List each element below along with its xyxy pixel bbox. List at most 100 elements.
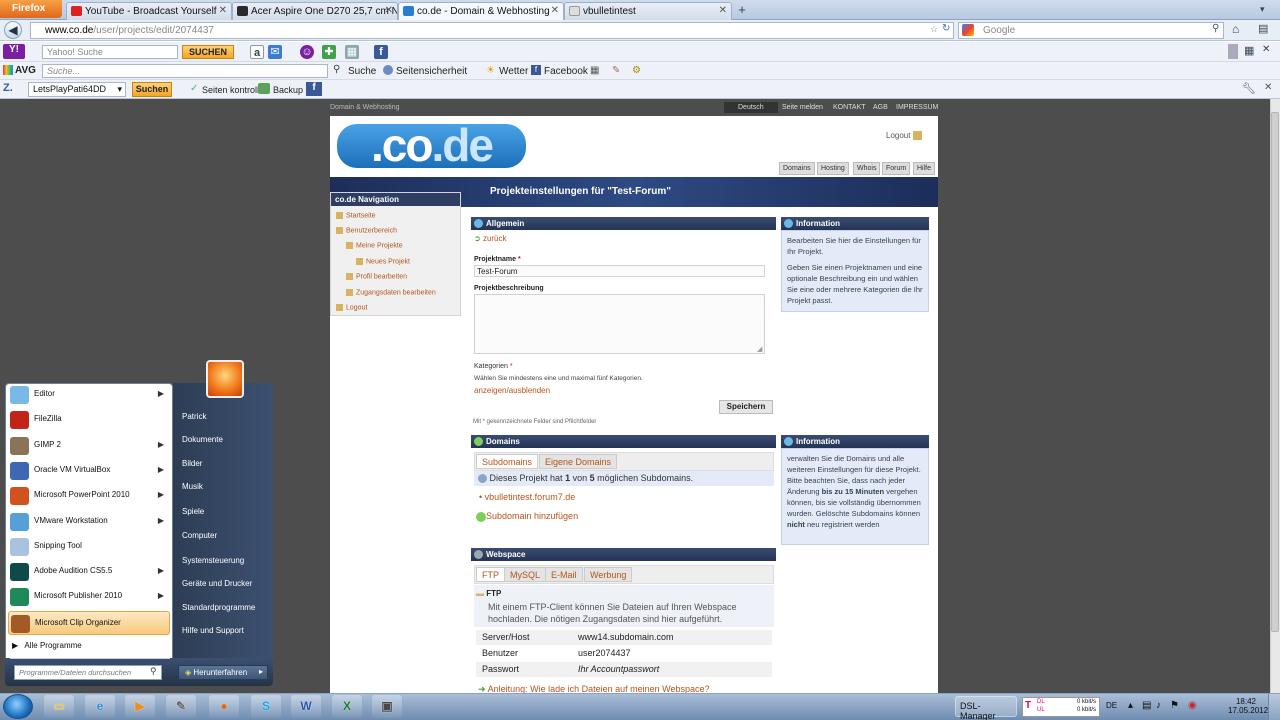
taskbar-app-excel[interactable]: X [332, 695, 362, 718]
nav-item-logout[interactable]: Logout [336, 304, 367, 311]
start-menu-item[interactable]: Adobe Audition CS5.5 ▶ [8, 560, 170, 584]
project-description-textarea[interactable] [474, 294, 765, 354]
toggle-categories-link[interactable]: anzeigen/ausblenden [474, 386, 550, 395]
yahoo-search-button[interactable]: SUCHEN [182, 45, 234, 59]
antivirus-icon[interactable]: ◉ [1188, 700, 1197, 711]
reload-icon[interactable]: ↻ [942, 23, 950, 34]
network-icon[interactable]: ▤ [1142, 700, 1151, 711]
addon-icon[interactable]: ▤ [1258, 22, 1268, 35]
save-button[interactable]: Speichern [719, 400, 773, 414]
shutdown-button[interactable]: ◈ Herunterfahren ▸ [178, 665, 268, 680]
yahoo-search-input[interactable]: Yahoo! Suche [42, 45, 178, 59]
avg-search-button[interactable]: Suche [348, 66, 376, 77]
nav-item-edit-credentials[interactable]: Zugangsdaten bearbeiten [346, 289, 436, 296]
subtab-help[interactable]: Hilfe [913, 162, 936, 175]
start-search-input[interactable]: Programme/Dateien durchsuchen [14, 665, 162, 680]
address-bar[interactable]: www.co.de/user/projects/edit/2074437 [30, 22, 954, 39]
tab-youtube[interactable]: YouTube - Broadcast Yourself ✕ [66, 2, 232, 20]
notes-icon[interactable]: ✎ [612, 65, 620, 76]
facebook-icon[interactable]: f [306, 82, 322, 96]
dsl-manager-taskbar-button[interactable]: DSL-Manager [955, 696, 1017, 720]
toolbar-search-button[interactable]: Suchen [132, 82, 172, 97]
tab-werbung[interactable]: Werbung [584, 567, 633, 582]
action-center-icon[interactable]: ⚑ [1170, 700, 1179, 711]
tab-ftp[interactable]: FTP [476, 567, 505, 582]
subtab-hosting[interactable]: Hosting [817, 162, 849, 175]
start-menu-item[interactable]: Microsoft Publisher 2010 ▶ [8, 585, 170, 609]
nav-item-edit-profile[interactable]: Profil bearbeiten [346, 273, 407, 280]
tools-icon[interactable]: ⚙ [632, 65, 641, 76]
arrow-right-icon[interactable]: ▸ [259, 667, 263, 676]
start-menu-place[interactable]: Patrick [182, 412, 206, 421]
report-page-link[interactable]: Seite melden [782, 104, 823, 111]
calculator-icon[interactable]: ▦ [590, 65, 599, 76]
yahoo-icon[interactable]: Y! [3, 44, 25, 59]
user-avatar[interactable] [206, 360, 244, 398]
taskbar-app-tool[interactable]: ✎ [166, 695, 196, 718]
subtab-forum[interactable]: Forum [882, 162, 911, 175]
web-search-input[interactable]: Google [958, 22, 1224, 39]
start-menu-place[interactable]: Systemsteuerung [182, 556, 244, 565]
nav-item-new-project[interactable]: Neues Projekt [356, 258, 410, 265]
taskbar-app-skype[interactable]: S [251, 695, 281, 718]
avg-label[interactable]: AVG [15, 65, 36, 76]
wrench-icon[interactable]: 🔧︎ [1242, 82, 1256, 95]
close-icon[interactable]: ✕ [385, 5, 393, 16]
clock[interactable]: 18:42 17.05.2012 [1228, 697, 1268, 715]
firefox-menu-button[interactable]: Firefox [0, 0, 62, 18]
page-check-button[interactable]: Seiten kontrolle [202, 85, 264, 95]
language-selector[interactable]: Deutsch [724, 102, 778, 113]
tab-vbulletintest[interactable]: vbulletintest ✕ [564, 2, 732, 20]
language-indicator[interactable]: DE [1106, 701, 1117, 710]
start-menu-place[interactable]: Geräte und Drucker [182, 579, 252, 588]
subtab-whois[interactable]: Whois [853, 162, 881, 175]
start-menu-place[interactable]: Musik [182, 482, 203, 491]
dsl-rate-widget[interactable]: T DL UL 0 kbit/s 0 kbit/s [1022, 697, 1100, 717]
amazon-icon[interactable]: a [250, 45, 264, 59]
messenger-icon[interactable]: ☺ [300, 45, 314, 59]
start-menu-item[interactable]: FileZilla [8, 408, 170, 432]
start-menu-item[interactable]: Microsoft Clip Organizer [8, 611, 170, 635]
avg-search-input[interactable]: Suche... [42, 64, 328, 78]
start-menu-place[interactable]: Bilder [182, 459, 202, 468]
show-hidden-icons[interactable]: ▴ [1128, 700, 1133, 711]
start-menu-place[interactable]: Dokumente [182, 435, 223, 444]
taskbar-app-firefox[interactable]: ● [209, 695, 239, 718]
search-glass-icon[interactable]: ⚲ [1212, 23, 1219, 34]
home-icon[interactable]: ⌂ [1232, 22, 1239, 36]
row-value[interactable]: user2074437 [578, 648, 631, 658]
volume-icon[interactable]: ♪ [1156, 700, 1161, 711]
bookmark-star-icon[interactable]: ☆ [930, 24, 938, 35]
facebook-icon[interactable]: f [374, 45, 388, 59]
start-button[interactable] [3, 694, 33, 719]
all-programs-button[interactable]: ▶ Alle Programme [12, 641, 82, 650]
project-name-input[interactable]: Test-Forum [474, 265, 765, 277]
taskbar-app-internet-explorer[interactable]: e [85, 695, 115, 718]
nav-item-user-area[interactable]: Benutzerbereich [336, 227, 397, 234]
toolbar-logo-icon[interactable]: Z. [3, 82, 13, 94]
photos-icon[interactable]: ▦ [345, 45, 359, 59]
backup-button[interactable]: Backup [273, 85, 303, 95]
show-desktop-button[interactable] [1268, 694, 1280, 720]
close-toolbar-icon[interactable]: ✕ [1262, 44, 1270, 55]
facebook-button[interactable]: Facebook [544, 66, 588, 77]
site-safety-button[interactable]: Seitensicherheit [396, 66, 467, 77]
start-menu-item[interactable]: Oracle VM VirtualBox ▶ [8, 459, 170, 483]
add-subdomain-button[interactable]: Subdomain hinzufügen [476, 511, 578, 522]
taskbar-app-explorer[interactable]: ▭ [44, 695, 74, 718]
tab-email[interactable]: E-Mail [545, 567, 583, 582]
subtab-domains[interactable]: Domains [779, 162, 815, 175]
tab-mysql[interactable]: MySQL [504, 567, 547, 582]
close-icon[interactable]: ✕ [719, 5, 727, 16]
start-menu-place[interactable]: Hilfe und Support [182, 626, 244, 635]
games-icon[interactable]: ✚ [322, 45, 336, 59]
grid-icon[interactable]: ▦ [1244, 44, 1254, 57]
back-link[interactable]: ➲ zurück [474, 234, 507, 243]
start-menu-place[interactable]: Computer [182, 531, 217, 540]
tab-subdomains[interactable]: Subdomains [476, 454, 539, 469]
contact-link[interactable]: KONTAKT [833, 104, 866, 111]
weather-button[interactable]: Wetter [499, 66, 528, 77]
logout-link[interactable]: Logout [886, 131, 922, 141]
agb-link[interactable]: AGB [873, 104, 888, 111]
tab-own-domains[interactable]: Eigene Domains [539, 454, 618, 469]
